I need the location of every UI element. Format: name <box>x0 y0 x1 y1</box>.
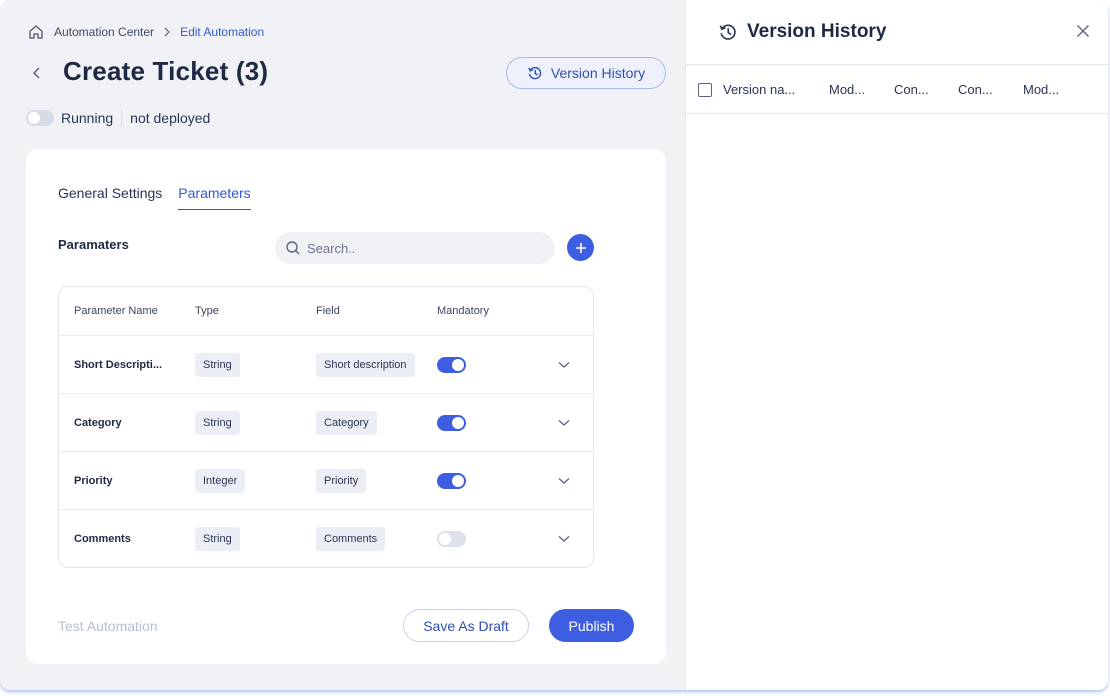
column-header-version-name[interactable]: Version na... <box>723 82 795 97</box>
back-button[interactable] <box>26 62 48 84</box>
column-header-modified[interactable]: Mod... <box>829 82 865 97</box>
deploy-status: not deployed <box>130 110 211 126</box>
parameters-heading: Paramaters <box>58 237 129 252</box>
version-history-button-label: Version History <box>550 65 646 81</box>
select-all-checkbox[interactable] <box>698 83 712 97</box>
mandatory-toggle[interactable] <box>437 414 466 431</box>
publish-button[interactable]: Publish <box>549 609 634 642</box>
chevron-down-icon[interactable] <box>557 416 571 430</box>
mandatory-toggle[interactable] <box>437 472 466 489</box>
app-window: Automation Center Edit Automation Create… <box>0 0 1108 690</box>
column-header-mandatory: Mandatory <box>437 305 489 317</box>
column-header-mod-2[interactable]: Mod... <box>1023 82 1059 97</box>
table-row[interactable]: Comments String Comments <box>59 510 593 567</box>
column-header-con-2[interactable]: Con... <box>958 82 993 97</box>
column-header-type: Type <box>195 305 219 317</box>
tab-bar: General Settings Parameters <box>58 185 251 210</box>
parameter-name: Short Descripti... <box>74 358 163 371</box>
home-icon[interactable] <box>26 22 46 42</box>
settings-card: General Settings Parameters Paramaters P… <box>26 149 666 664</box>
field-chip: Priority <box>316 468 367 493</box>
parameter-name: Comments <box>74 533 131 545</box>
search-box <box>275 232 555 264</box>
mandatory-toggle[interactable] <box>437 356 466 373</box>
history-icon <box>528 66 542 80</box>
tab-parameters[interactable]: Parameters <box>178 185 251 210</box>
close-icon[interactable] <box>1074 22 1092 40</box>
history-icon <box>717 21 739 43</box>
column-header-field: Field <box>316 305 340 317</box>
table-row[interactable]: Category String Category <box>59 394 593 452</box>
field-chip: Comments <box>316 527 386 551</box>
version-list-empty <box>686 114 1108 690</box>
column-header-name: Parameter Name <box>74 305 158 317</box>
parameter-name: Category <box>74 416 122 429</box>
field-chip: Category <box>316 410 377 435</box>
panel-header: Version History <box>686 0 1108 64</box>
search-icon <box>285 240 301 256</box>
main-area: Automation Center Edit Automation Create… <box>0 0 685 690</box>
version-table-header: Version na... Mod... Con... Con... Mod..… <box>686 64 1108 114</box>
plus-icon <box>575 242 586 253</box>
chevron-down-icon[interactable] <box>557 474 571 488</box>
test-automation-link[interactable]: Test Automation <box>58 618 158 634</box>
chevron-down-icon[interactable] <box>557 358 571 372</box>
table-header: Parameter Name Type Field Mandatory <box>59 287 593 336</box>
status-divider <box>121 110 123 126</box>
save-as-draft-button[interactable]: Save As Draft <box>403 609 529 642</box>
page-title: Create Ticket (3) <box>63 56 269 86</box>
parameters-table: Parameter Name Type Field Mandatory Shor… <box>58 286 594 568</box>
field-chip: Short description <box>316 352 415 377</box>
running-label: Running <box>61 110 114 126</box>
parameter-name: Priority <box>74 474 113 487</box>
tab-general-settings[interactable]: General Settings <box>58 185 162 210</box>
chevron-right-icon <box>163 27 171 37</box>
table-row[interactable]: Short Descripti... String Short descript… <box>59 336 593 394</box>
chevron-left-icon <box>32 67 40 79</box>
breadcrumb-edit-automation[interactable]: Edit Automation <box>180 25 264 39</box>
column-header-con-1[interactable]: Con... <box>894 82 929 97</box>
version-history-button[interactable]: Version History <box>506 57 666 89</box>
type-chip: String <box>195 410 240 435</box>
type-chip: String <box>195 352 240 377</box>
search-input[interactable] <box>307 240 527 256</box>
type-chip: String <box>195 527 240 551</box>
mandatory-toggle[interactable] <box>437 531 466 547</box>
status-row: Running not deployed <box>26 108 210 128</box>
add-parameter-button[interactable] <box>567 234 594 261</box>
panel-title: Version History <box>747 21 887 42</box>
type-chip: Integer <box>195 468 246 493</box>
version-history-panel: Version History Version na... Mod... Con… <box>685 0 1108 690</box>
table-row[interactable]: Priority Integer Priority <box>59 452 593 510</box>
running-toggle[interactable] <box>26 110 54 126</box>
breadcrumb: Automation Center Edit Automation <box>26 22 264 42</box>
breadcrumb-automation-center[interactable]: Automation Center <box>54 25 154 39</box>
chevron-down-icon[interactable] <box>557 532 571 546</box>
